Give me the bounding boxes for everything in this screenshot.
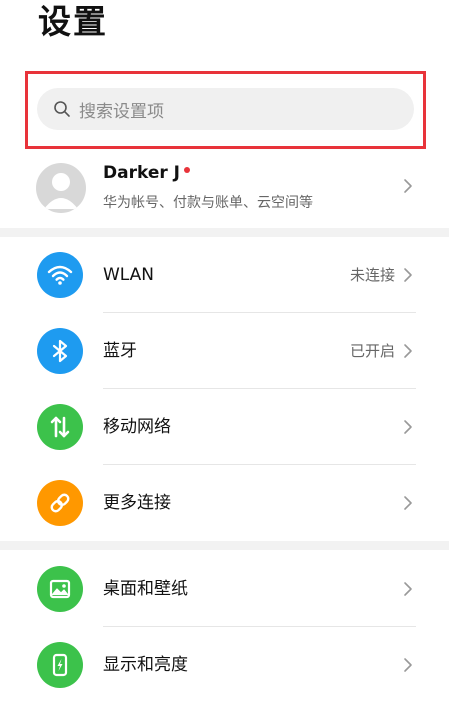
settings-item-display-brightness[interactable]: 显示和亮度 [0,627,449,703]
account-row[interactable]: Darker J 华为帐号、付款与账单、云空间等 [0,155,449,225]
section-separator [0,541,449,550]
account-name-container: Darker J [103,163,190,183]
avatar [36,163,86,213]
section-separator [0,228,449,237]
chevron-right-icon [404,179,412,193]
chevron-right-icon [404,658,412,672]
search-placeholder: 搜索设置项 [79,101,164,122]
display-brightness-icon [37,642,83,688]
account-subtitle: 华为帐号、付款与账单、云空间等 [103,195,313,211]
settings-item-label: 桌面和壁纸 [103,579,188,599]
settings-item-label: 蓝牙 [103,341,137,361]
chevron-right-icon [404,420,412,434]
settings-item-bluetooth[interactable]: 蓝牙 已开启 [0,313,449,389]
settings-item-status: 已开启 [349,342,395,360]
wallpaper-icon [37,566,83,612]
chevron-right-icon [404,268,412,282]
settings-item-wlan[interactable]: WLAN 未连接 [0,237,449,313]
chevron-right-icon [404,496,412,510]
search-bar[interactable]: 搜索设置项 [37,88,414,130]
settings-item-more-connections[interactable]: 更多连接 [0,465,449,541]
link-icon [37,480,83,526]
settings-item-mobile-network[interactable]: 移动网络 [0,389,449,465]
bluetooth-icon [37,328,83,374]
search-icon [54,101,70,117]
account-name: Darker J [103,163,180,183]
wifi-icon [37,252,83,298]
settings-item-label: WLAN [103,265,155,285]
user-avatar-icon [44,173,78,209]
settings-item-status: 未连接 [349,266,395,284]
page-title: 设置 [38,2,108,41]
settings-item-wallpaper[interactable]: 桌面和壁纸 [0,551,449,627]
settings-item-label: 移动网络 [103,417,171,437]
mobile-network-icon [37,404,83,450]
chevron-right-icon [404,582,412,596]
chevron-right-icon [404,344,412,358]
settings-item-label: 显示和亮度 [103,655,188,675]
settings-item-label: 更多连接 [103,493,171,513]
notification-dot [183,167,190,173]
